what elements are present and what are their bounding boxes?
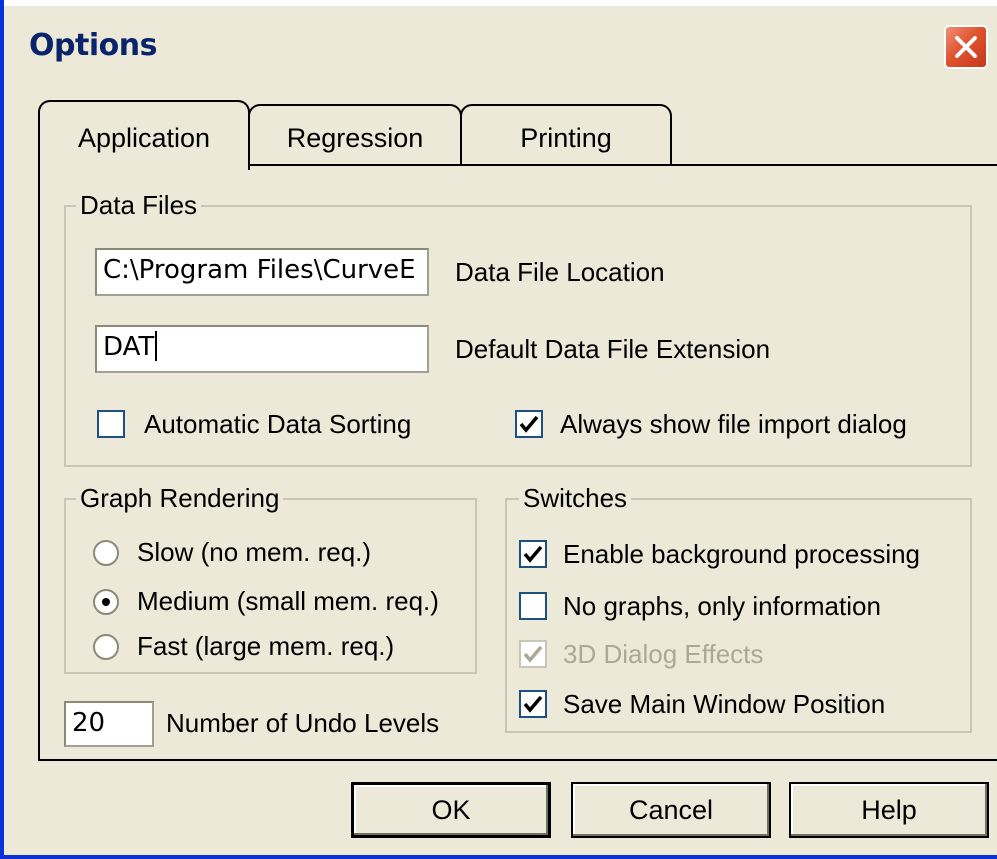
undo-levels-label: Number of Undo Levels	[166, 708, 440, 738]
import-dialog-checkbox[interactable]	[515, 410, 543, 438]
radio-slow[interactable]	[93, 540, 119, 566]
no-graphs-checkbox[interactable]	[519, 592, 547, 620]
title-bar[interactable]: Options	[4, 0, 997, 96]
checkmark-icon	[519, 415, 539, 433]
text-caret	[155, 331, 158, 361]
radio-medium-label[interactable]: Medium (small mem. req.)	[137, 585, 439, 617]
tab-application-label: Application	[77, 122, 211, 153]
window-title: Options	[29, 28, 157, 63]
checkmark-icon	[523, 545, 543, 563]
help-button[interactable]: Help	[789, 782, 989, 838]
tab-regression[interactable]: Regression	[248, 104, 462, 166]
tab-printing[interactable]: Printing	[460, 104, 672, 166]
3d-effects-checkbox	[519, 640, 547, 668]
tab-application[interactable]: Application	[38, 100, 250, 170]
options-dialog: Options Application Regression Printing …	[0, 0, 997, 859]
background-processing-checkbox[interactable]	[519, 540, 547, 568]
radio-medium[interactable]	[93, 589, 119, 615]
data-files-group: Data Files C:\Program Files\CurveE Data …	[64, 189, 972, 467]
tab-regression-label: Regression	[286, 122, 424, 153]
data-file-location-input[interactable]: C:\Program Files\CurveE	[95, 248, 429, 296]
radio-slow-label[interactable]: Slow (no mem. req.)	[137, 536, 371, 568]
graph-rendering-group: Graph Rendering Slow (no mem. req.) Medi…	[64, 482, 477, 674]
import-dialog-label[interactable]: Always show file import dialog	[560, 408, 907, 440]
switches-group: Switches Enable background processing No…	[505, 482, 972, 733]
close-x-icon	[955, 36, 977, 58]
tab-panel-application: Data Files C:\Program Files\CurveE Data …	[38, 164, 997, 761]
checkmark-icon	[523, 645, 543, 663]
background-processing-label[interactable]: Enable background processing	[563, 538, 920, 570]
graph-rendering-title: Graph Rendering	[76, 482, 284, 514]
data-files-title: Data Files	[76, 189, 202, 221]
ok-button[interactable]: OK	[351, 782, 551, 838]
data-file-extension-label: Default Data File Extension	[455, 334, 771, 364]
dialog-body: Application Regression Printing Data Fil…	[8, 96, 997, 855]
close-button[interactable]	[944, 25, 988, 69]
radio-fast-label[interactable]: Fast (large mem. req.)	[137, 630, 394, 662]
data-file-location-label: Data File Location	[455, 257, 665, 287]
checkmark-icon	[523, 695, 543, 713]
data-file-extension-value: DAT	[103, 332, 155, 362]
radio-selected-dot	[102, 598, 110, 606]
auto-sort-checkbox[interactable]	[97, 410, 125, 438]
auto-sort-label[interactable]: Automatic Data Sorting	[144, 408, 411, 440]
data-file-extension-input[interactable]: DAT	[95, 325, 429, 373]
undo-levels-input[interactable]: 20	[64, 701, 154, 747]
save-window-position-label[interactable]: Save Main Window Position	[563, 688, 885, 720]
save-window-position-checkbox[interactable]	[519, 690, 547, 718]
switches-title: Switches	[519, 482, 632, 514]
3d-effects-label: 3D Dialog Effects	[563, 639, 764, 669]
tab-printing-label: Printing	[520, 122, 612, 153]
no-graphs-label[interactable]: No graphs, only information	[563, 590, 881, 622]
radio-fast[interactable]	[93, 634, 119, 660]
cancel-button[interactable]: Cancel	[571, 782, 771, 838]
